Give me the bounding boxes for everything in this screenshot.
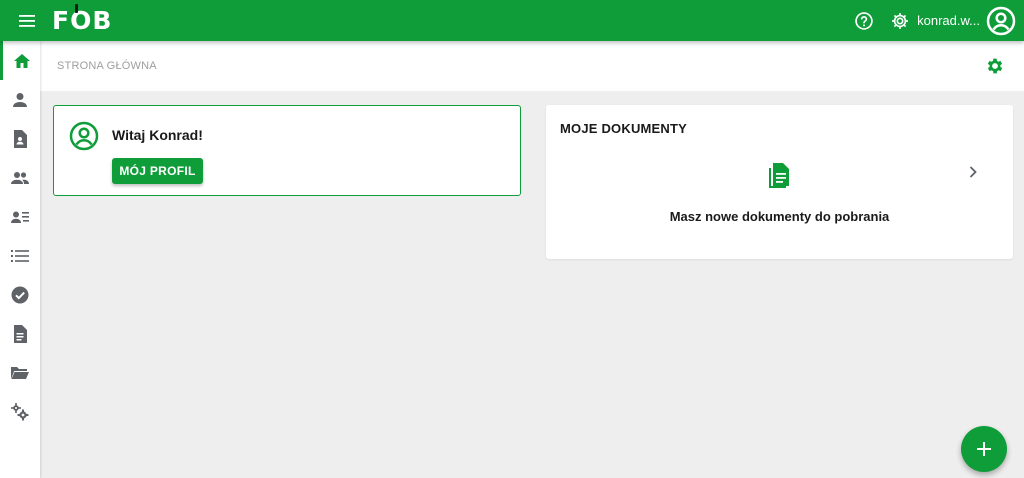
welcome-title: Witaj Konrad! — [112, 127, 203, 143]
my-profile-button[interactable]: MÓJ PROFIL — [112, 158, 203, 184]
dashboard-settings-button[interactable] — [985, 56, 1005, 76]
sidebar — [0, 41, 40, 478]
home-icon — [13, 53, 30, 68]
sidebar-item-people[interactable] — [0, 158, 40, 197]
list-icon — [11, 249, 29, 262]
add-fab-button[interactable] — [961, 426, 1007, 472]
sidebar-item-settings[interactable] — [0, 392, 40, 431]
help-button[interactable] — [853, 10, 875, 32]
breadcrumb-current: STRONA GŁÓWNA — [57, 60, 157, 72]
people-icon — [11, 171, 29, 184]
account-circle-icon — [69, 121, 99, 151]
sidebar-item-documents[interactable] — [0, 314, 40, 353]
sidebar-item-contacts[interactable] — [0, 197, 40, 236]
top-app-bar: FOB konrad.w... — [0, 0, 1024, 41]
documents-icon[interactable] — [767, 162, 791, 190]
card-title: MOJE DOKUMENTY — [560, 121, 688, 136]
hamburger-icon — [19, 14, 35, 27]
gears-icon — [11, 402, 29, 420]
app-logo[interactable]: FOB — [52, 4, 112, 33]
chevron-right-icon[interactable] — [964, 163, 982, 181]
account-button[interactable] — [986, 6, 1016, 36]
menu-button[interactable] — [14, 8, 40, 34]
gear-icon — [892, 12, 909, 29]
help-circle-icon — [855, 11, 873, 30]
new-documents-message[interactable]: Masz nowe dokumenty do pobrania — [546, 209, 1013, 224]
sidebar-item-list[interactable] — [0, 236, 40, 275]
account-circle-icon — [986, 6, 1016, 35]
contact-list-icon — [11, 211, 29, 223]
logo-accent — [75, 4, 78, 13]
username-label[interactable]: konrad.w... — [917, 13, 980, 28]
person-icon — [13, 92, 27, 107]
sidebar-item-document-person[interactable] — [0, 119, 40, 158]
settings-button[interactable] — [889, 10, 911, 32]
gear-icon — [987, 58, 1003, 74]
my-documents-card: MOJE DOKUMENTY Masz nowe dokumenty do po… — [546, 105, 1013, 259]
sidebar-item-home[interactable] — [0, 41, 40, 80]
sidebar-item-folders[interactable] — [0, 353, 40, 392]
check-circle-icon — [11, 286, 29, 303]
sidebar-item-tasks[interactable] — [0, 275, 40, 314]
plus-icon — [977, 442, 991, 456]
document-person-icon — [14, 129, 27, 148]
sidebar-item-profile[interactable] — [0, 80, 40, 119]
welcome-card: Witaj Konrad! MÓJ PROFIL — [53, 105, 521, 196]
document-icon — [14, 324, 27, 343]
folder-open-icon — [11, 366, 29, 379]
breadcrumb: STRONA GŁÓWNA — [40, 41, 1024, 91]
